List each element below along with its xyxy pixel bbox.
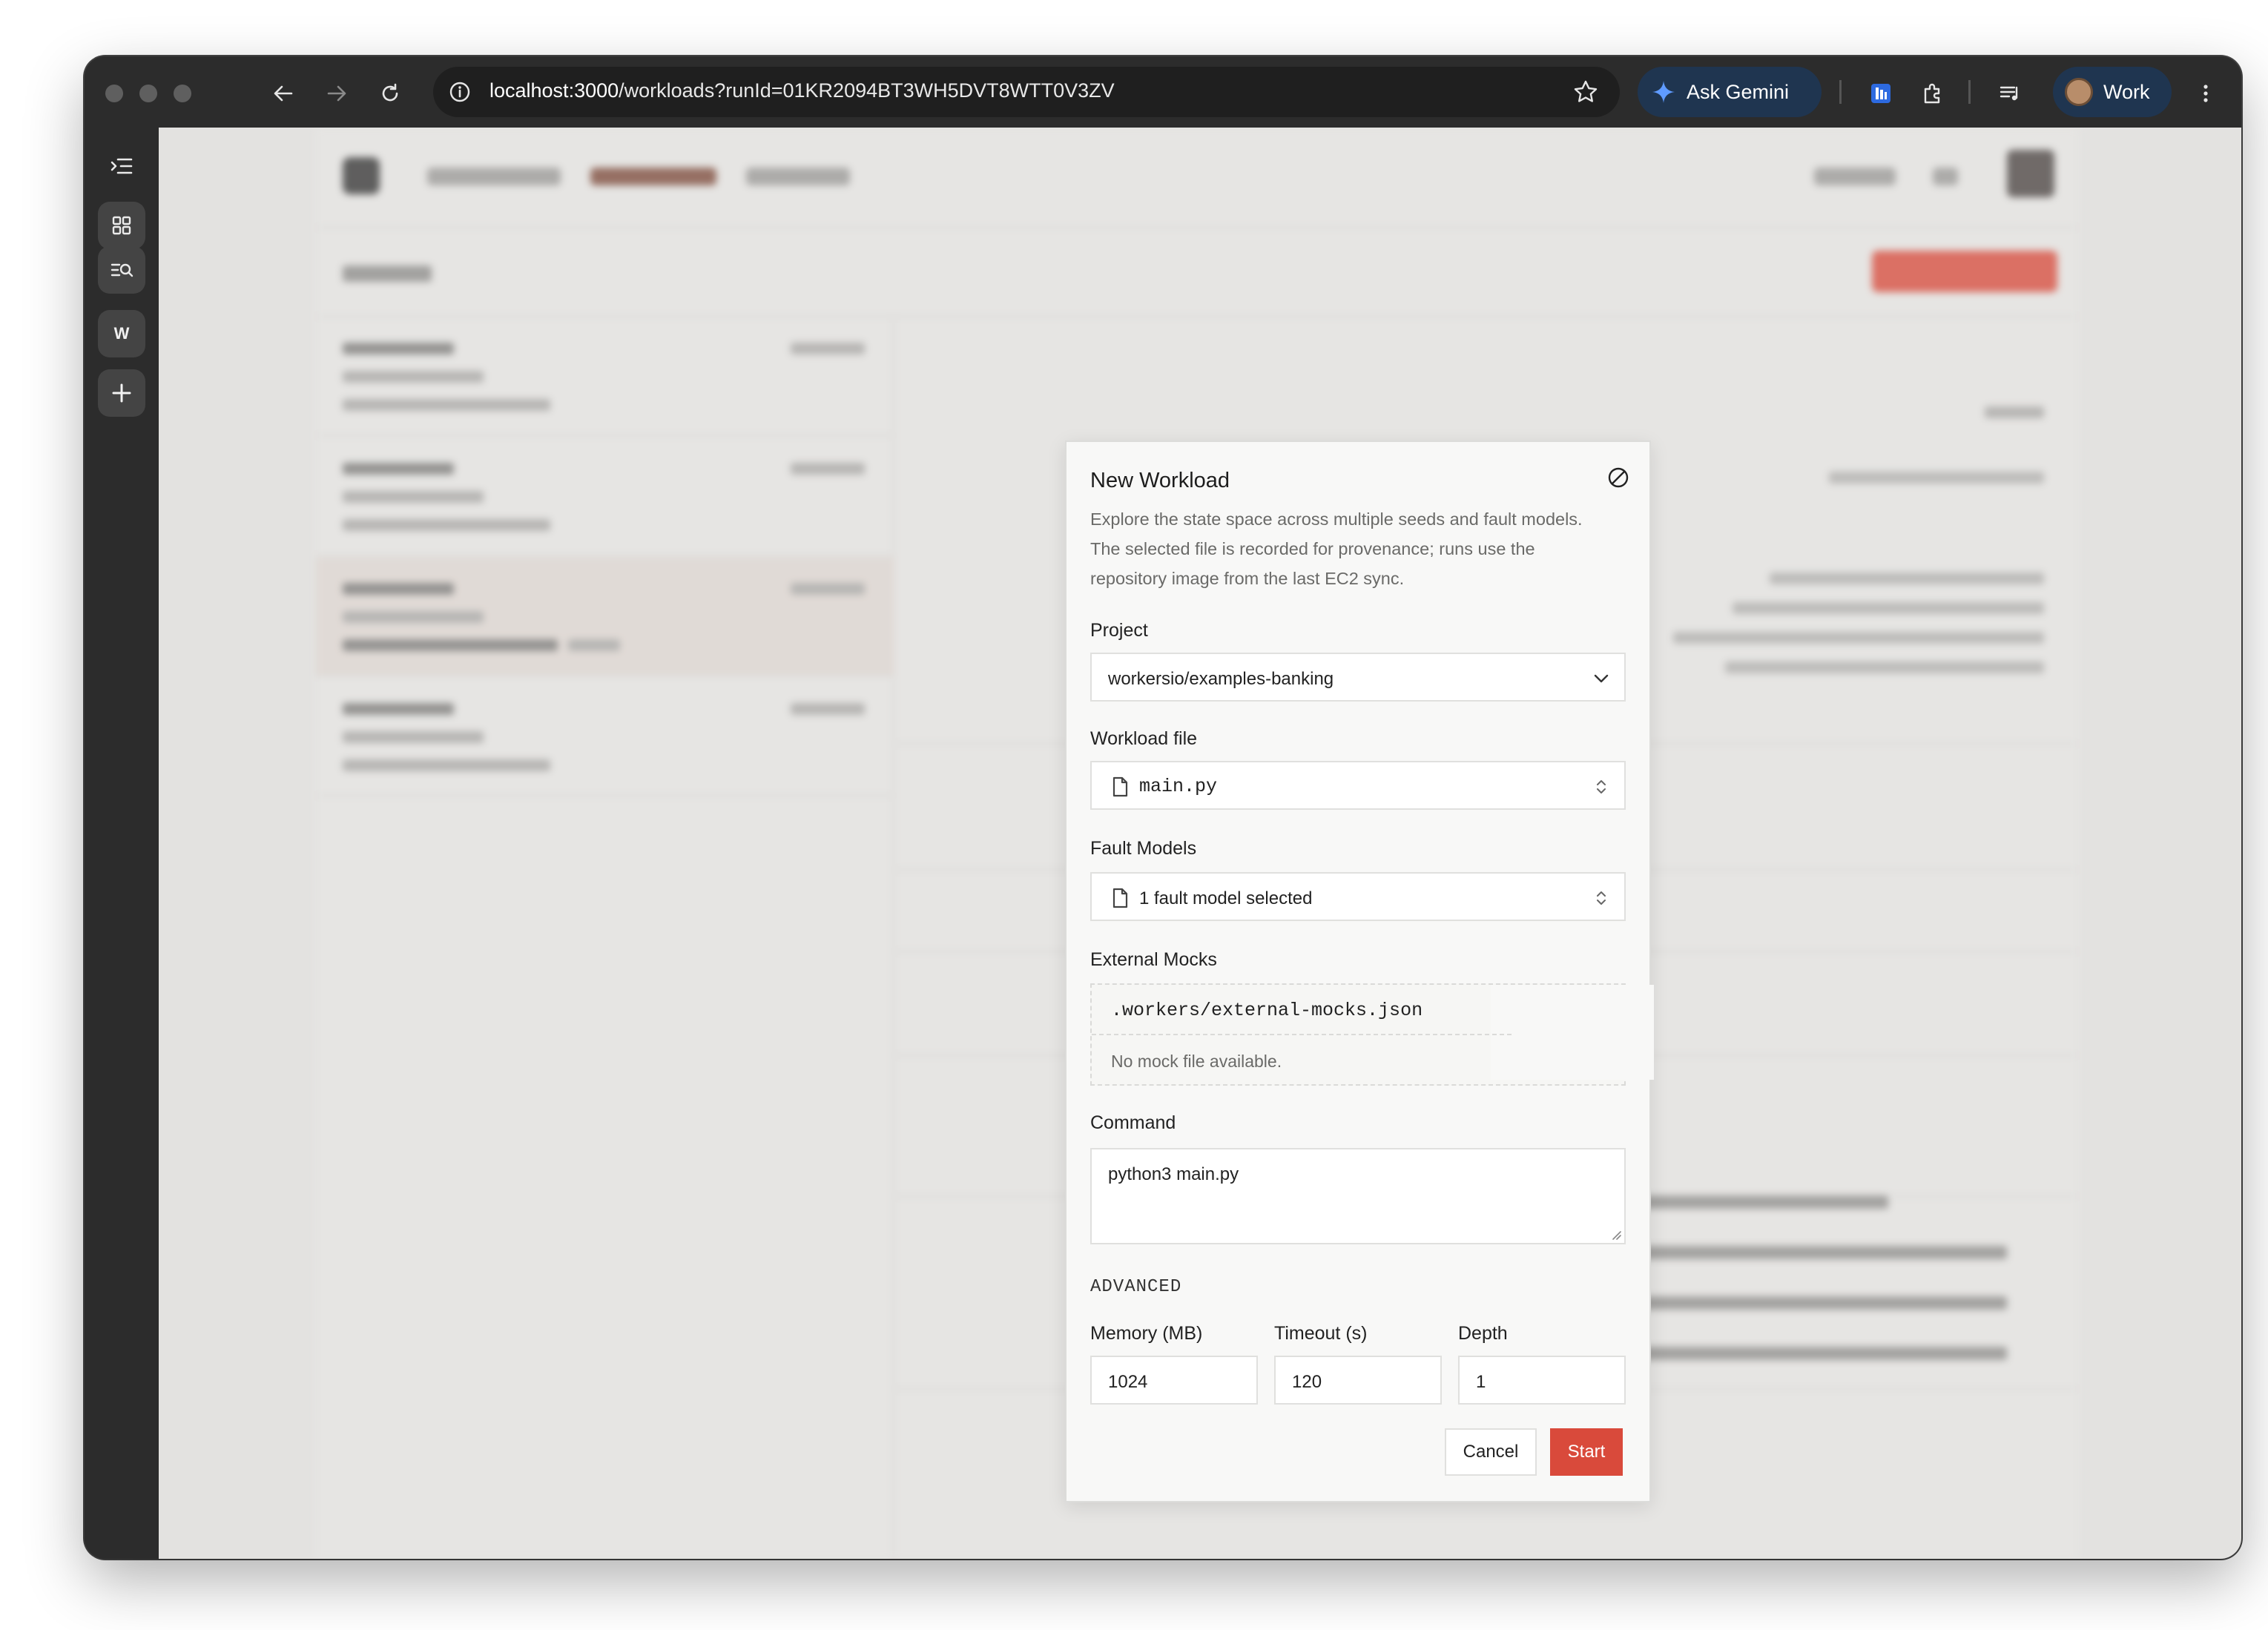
nav-tab-placeholder: [746, 168, 850, 185]
workload-file-select[interactable]: main.py: [1090, 761, 1626, 810]
page-title-placeholder: [343, 265, 432, 282]
site-info-icon[interactable]: [446, 79, 473, 105]
bookmark-star-icon[interactable]: [1571, 77, 1601, 107]
dialog-title: New Workload: [1090, 469, 1230, 492]
list-item: [316, 317, 894, 436]
chevron-up-down-icon: [1597, 891, 1606, 905]
chevron-down-icon: [1594, 674, 1609, 683]
detail-line: [1725, 661, 2044, 673]
app-avatar: [2007, 150, 2054, 197]
fault-models-label: Fault Models: [1090, 838, 1197, 859]
extensions-puzzle-icon[interactable]: [1913, 74, 1952, 113]
dialog-description: Explore the state space across multiple …: [1090, 509, 1583, 588]
reload-icon[interactable]: [371, 74, 409, 113]
project-label: Project: [1090, 620, 1148, 641]
command-label: Command: [1090, 1112, 1176, 1133]
nav-search-placeholder: [1933, 168, 1958, 185]
fault-models-select[interactable]: 1 fault model selected: [1090, 872, 1626, 921]
ask-gemini-button[interactable]: Ask Gemini: [1638, 67, 1822, 117]
external-mocks-panel: .workers/external-mocks.json No mock fil…: [1090, 983, 1654, 1086]
minimize-window-button[interactable]: [139, 85, 157, 102]
workload-file-label: Workload file: [1090, 728, 1198, 749]
grid-apps-icon[interactable]: [98, 202, 145, 249]
address-bar[interactable]: localhost:3000/workloads?runId=01KR2094B…: [433, 67, 1620, 117]
command-value: python3 main.py: [1108, 1164, 1239, 1184]
toolbar-divider: [1839, 80, 1842, 104]
nav-tab-active-placeholder: [590, 168, 716, 185]
command-textarea[interactable]: python3 main.py: [1090, 1148, 1626, 1244]
close-icon[interactable]: [1603, 463, 1633, 492]
app-page-header: [316, 228, 2078, 317]
file-icon: [1112, 888, 1128, 908]
workspace-button[interactable]: W: [98, 310, 145, 357]
workload-list: [316, 317, 894, 1559]
back-icon[interactable]: [264, 74, 303, 113]
detail-line: [1770, 573, 2044, 584]
external-mocks-path[interactable]: .workers/external-mocks.json: [1111, 1000, 1423, 1021]
nav-tab-placeholder: [427, 168, 561, 185]
browser-toolbar: localhost:3000/workloads?runId=01KR2094B…: [85, 56, 2241, 128]
toolbar-divider: [1968, 80, 1971, 104]
chevron-up-down-icon: [1597, 780, 1606, 793]
advanced-heading: ADVANCED: [1090, 1277, 1182, 1297]
mocks-popover-backdrop: [1491, 985, 1654, 1080]
profile-button[interactable]: Work: [2053, 67, 2172, 117]
app-top-nav: [316, 128, 2078, 228]
page-viewport: New Workload Explore the state space acr…: [159, 128, 2241, 1559]
depth-value: 1: [1476, 1372, 1486, 1392]
mocks-divider: [1092, 1034, 1512, 1035]
app-logo: [343, 157, 380, 194]
collapse-sidebar-icon[interactable]: [98, 142, 145, 190]
memory-value: 1024: [1108, 1372, 1148, 1392]
list-item: [316, 438, 894, 556]
nav-action-placeholder: [1814, 168, 1896, 185]
workload-file-value: main.py: [1139, 776, 1218, 797]
detail-line: [1733, 602, 2044, 614]
file-icon: [1112, 776, 1128, 797]
fault-models-value: 1 fault model selected: [1139, 888, 1313, 908]
timeout-value: 120: [1292, 1372, 1322, 1392]
cancel-button[interactable]: Cancel: [1445, 1428, 1537, 1476]
start-button[interactable]: Start: [1550, 1428, 1623, 1476]
maximize-window-button[interactable]: [174, 85, 191, 102]
extension-app-icon[interactable]: [1862, 74, 1900, 113]
side-rail: W: [85, 128, 159, 1559]
profile-label: Work: [2103, 80, 2150, 103]
memory-input[interactable]: 1024: [1090, 1356, 1258, 1405]
resize-handle-icon[interactable]: [1609, 1228, 1621, 1240]
forward-icon[interactable]: [317, 74, 356, 113]
detail-line: [1829, 472, 2044, 484]
ask-gemini-label: Ask Gemini: [1687, 80, 1790, 103]
detail-line: [1673, 632, 2044, 644]
memory-label: Memory (MB): [1090, 1323, 1203, 1344]
avatar: [2065, 78, 2093, 106]
list-item: [316, 678, 894, 796]
project-select[interactable]: workersio/examples-banking: [1090, 653, 1626, 702]
new-workload-dialog: New Workload Explore the state space acr…: [1065, 441, 1654, 1502]
media-queue-icon[interactable]: [1991, 74, 2029, 113]
external-mocks-label: External Mocks: [1090, 949, 1217, 970]
depth-label: Depth: [1458, 1323, 1508, 1344]
add-icon[interactable]: [98, 369, 145, 417]
url-text: localhost:3000/workloads?runId=01KR2094B…: [489, 79, 1115, 102]
timeout-input[interactable]: 120: [1274, 1356, 1442, 1405]
timeout-label: Timeout (s): [1274, 1323, 1368, 1344]
project-value: workersio/examples-banking: [1108, 669, 1334, 689]
close-window-button[interactable]: [105, 85, 123, 102]
list-item-selected: [316, 558, 894, 676]
gemini-sparkle-icon: [1652, 81, 1675, 103]
external-mocks-note: No mock file available.: [1111, 1052, 1282, 1071]
search-list-icon[interactable]: [98, 246, 145, 294]
depth-input[interactable]: 1: [1458, 1356, 1626, 1405]
workspace-initial: W: [113, 324, 130, 343]
more-vertical-icon[interactable]: [2186, 74, 2225, 113]
detail-badge-placeholder: [1985, 406, 2044, 418]
new-workload-button-bg: [1872, 251, 2057, 292]
browser-window: localhost:3000/workloads?runId=01KR2094B…: [85, 56, 2241, 1559]
